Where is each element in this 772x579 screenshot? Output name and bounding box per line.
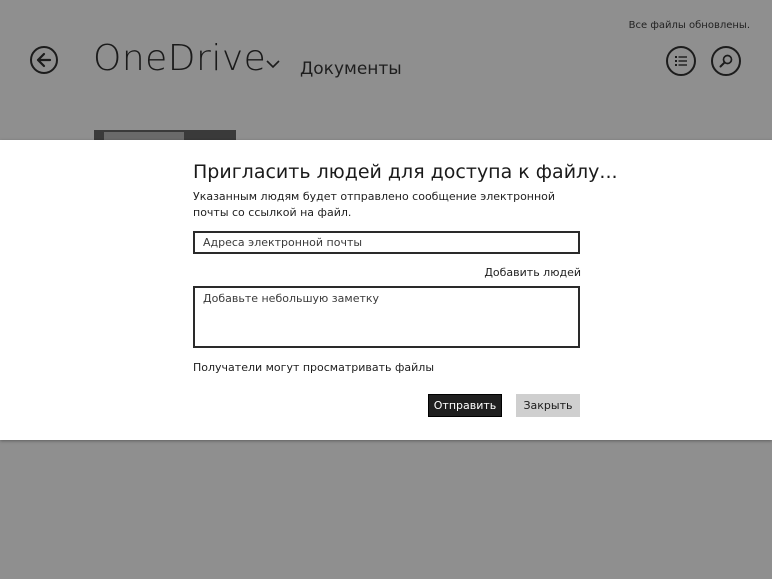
dialog-description: Указанным людям будет отправлено сообщен… [193, 190, 556, 219]
close-button[interactable]: Закрыть [516, 394, 580, 417]
email-addresses-input[interactable] [193, 231, 580, 254]
share-dialog: Пригласить людей для доступа к файлу... … [0, 140, 772, 440]
back-arrow-icon [36, 52, 52, 68]
app-title[interactable]: OneDrive [93, 38, 266, 79]
recipient-permission-link[interactable]: Получатели могут просматривать файлы [193, 361, 434, 374]
list-view-icon [675, 56, 687, 66]
chevron-down-icon[interactable] [265, 58, 281, 70]
note-textarea[interactable] [193, 286, 580, 348]
breadcrumb-current-folder: Документы [300, 59, 402, 79]
search-icon [719, 54, 733, 68]
add-people-link[interactable]: Добавить людей [484, 266, 581, 279]
search-button[interactable] [711, 46, 741, 76]
send-button[interactable]: Отправить [428, 394, 502, 417]
dialog-title: Пригласить людей для доступа к файлу... [193, 161, 618, 183]
sync-status: Все файлы обновлены. [628, 20, 750, 31]
back-button[interactable] [30, 46, 58, 74]
list-view-button[interactable] [666, 46, 696, 76]
